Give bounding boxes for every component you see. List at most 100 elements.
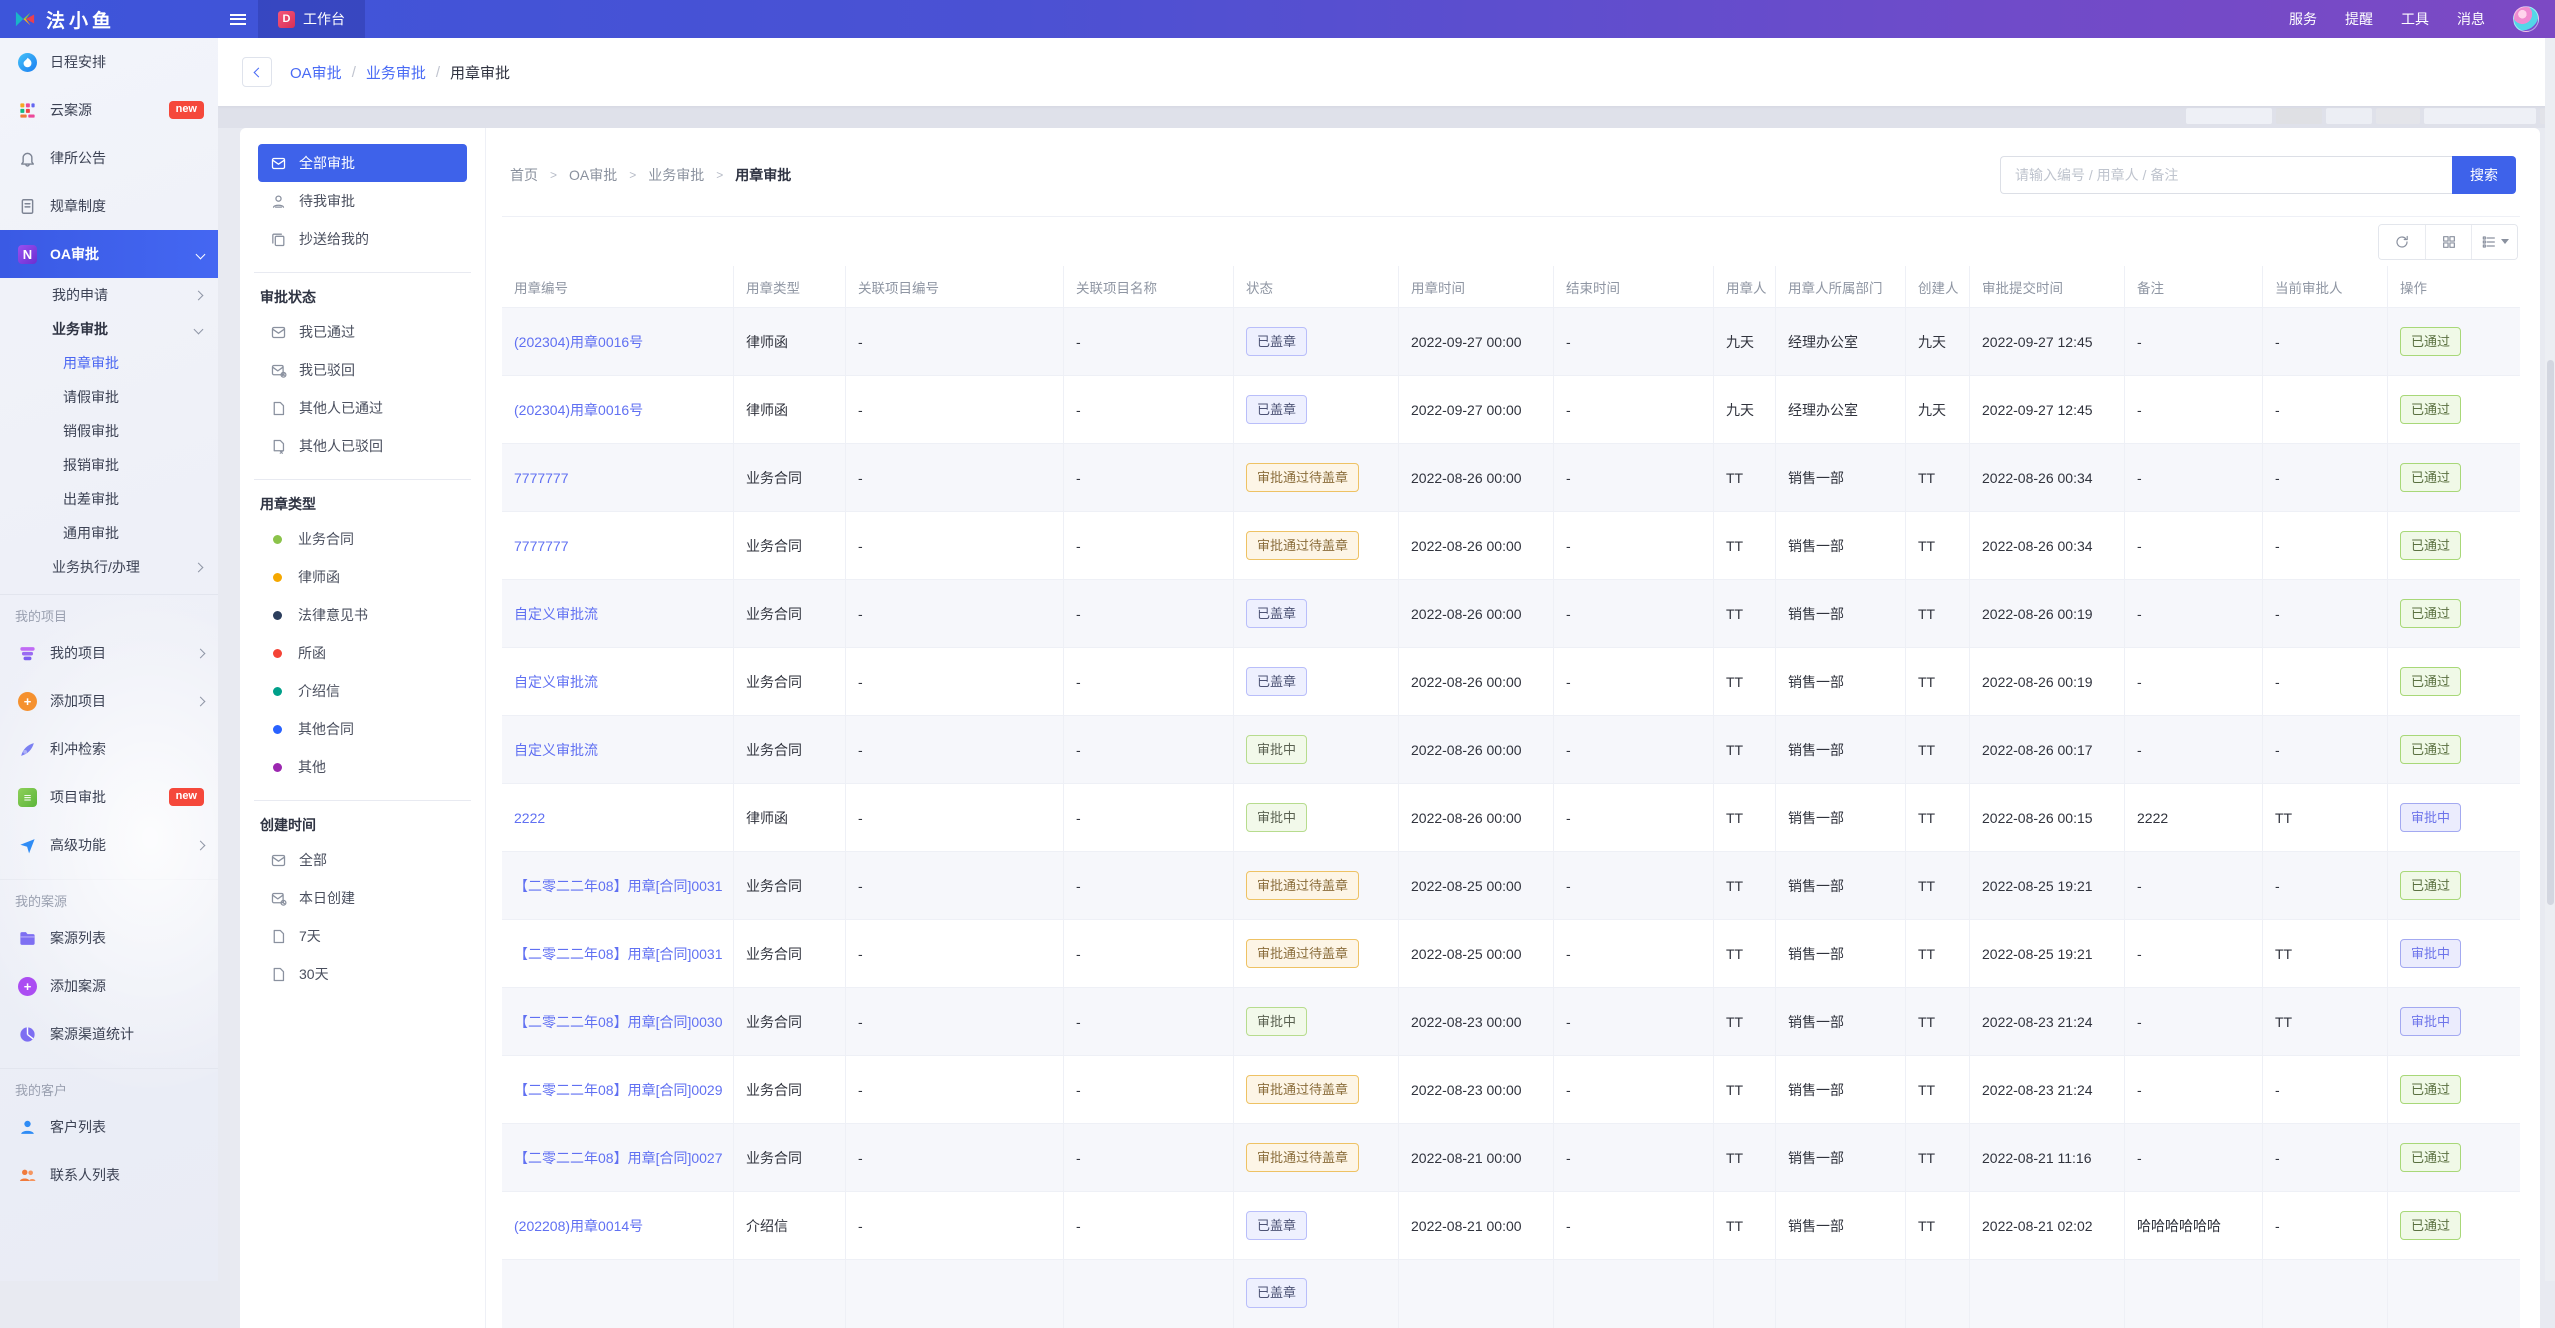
seal-number-link[interactable]: 7777777: [502, 444, 734, 511]
sidebar-subitem-我的申请[interactable]: 我的申请: [0, 278, 218, 312]
filter-item-其他合同[interactable]: 其他合同: [258, 710, 467, 748]
search-input[interactable]: [2000, 156, 2452, 194]
filter-item-抄送给我的[interactable]: 抄送给我的: [258, 220, 467, 258]
action-badge[interactable]: 已通过: [2400, 666, 2462, 697]
action-badge[interactable]: 已通过: [2400, 1210, 2462, 1241]
action-badge[interactable]: 已通过: [2400, 598, 2462, 629]
inner-breadcrumb-item-首页[interactable]: 首页: [510, 165, 538, 185]
sidebar-subitem-出差审批[interactable]: 出差审批: [0, 482, 218, 516]
oa-icon: N: [18, 244, 37, 264]
sidebar-item-项目审批[interactable]: ≡ 项目审批 new: [0, 773, 218, 821]
filter-item-我已通过[interactable]: 我已通过: [258, 313, 467, 351]
sidebar-subitem-请假审批[interactable]: 请假审批: [0, 380, 218, 414]
sidebar-subitem-销假审批[interactable]: 销假审批: [0, 414, 218, 448]
action-badge[interactable]: 已通过: [2400, 870, 2462, 901]
sidebar-collapse-button[interactable]: [218, 0, 258, 38]
sidebar-item-律所公告[interactable]: 律所公告: [0, 134, 218, 182]
sidebar-item-利冲检索[interactable]: 利冲检索: [0, 725, 218, 773]
columns-button[interactable]: [2471, 224, 2517, 259]
filter-item-本日创建[interactable]: 本日创建: [258, 879, 467, 917]
sidebar-item-云案源[interactable]: 云案源 new: [0, 86, 218, 134]
sidebar-item-案源渠道统计[interactable]: 案源渠道统计: [0, 1010, 218, 1058]
inner-breadcrumb-item-OA审批[interactable]: OA审批: [569, 165, 617, 185]
seal-number-link[interactable]: 自定义审批流: [502, 716, 734, 783]
action-badge[interactable]: 已通过: [2400, 394, 2462, 425]
filter-item-介绍信[interactable]: 介绍信: [258, 672, 467, 710]
sidebar-item-日程安排[interactable]: 日程安排: [0, 38, 218, 86]
filter-item-其他[interactable]: 其他: [258, 748, 467, 786]
filter-item-我已驳回[interactable]: 我已驳回: [258, 351, 467, 389]
action-badge[interactable]: 已通过: [2400, 462, 2462, 493]
action-badge[interactable]: 已通过: [2400, 530, 2462, 561]
user-avatar[interactable]: [2513, 6, 2539, 32]
topbar-link-2[interactable]: 工具: [2401, 9, 2429, 29]
sidebar-item-规章制度[interactable]: 规章制度: [0, 182, 218, 230]
table-cell: TT: [1714, 1056, 1776, 1123]
table-cell: -: [1554, 852, 1714, 919]
filter-item-待我审批[interactable]: 待我审批: [258, 182, 467, 220]
sidebar-item-OA审批[interactable]: N OA审批: [0, 230, 218, 278]
action-badge[interactable]: 审批中: [2400, 802, 2462, 833]
topbar-link-0[interactable]: 服务: [2289, 9, 2317, 29]
seal-number-link[interactable]: 【二零二二年08】用章[合同]0027: [502, 1124, 734, 1191]
filter-item-所函[interactable]: 所函: [258, 634, 467, 672]
sidebar-item-客户列表[interactable]: 客户列表: [0, 1103, 218, 1151]
table-cell: 2022-08-25 19:21: [1970, 852, 2125, 919]
seal-number-link[interactable]: 【二零二二年08】用章[合同]0030: [502, 988, 734, 1055]
seal-number-link[interactable]: (202304)用章0016号: [502, 308, 734, 375]
app-logo[interactable]: 法小鱼: [0, 0, 218, 38]
seal-number-link[interactable]: 2222: [502, 784, 734, 851]
search-button[interactable]: 搜索: [2452, 156, 2516, 194]
seal-number-link[interactable]: (202208)用章0014号: [502, 1192, 734, 1259]
sidebar-item-label: OA审批: [50, 246, 99, 262]
filter-item-律师函[interactable]: 律师函: [258, 558, 467, 596]
topbar-link-1[interactable]: 提醒: [2345, 9, 2373, 29]
action-badge[interactable]: 已通过: [2400, 326, 2462, 357]
sidebar-item-添加项目[interactable]: + 添加项目: [0, 677, 218, 725]
seal-number-link[interactable]: 【二零二二年08】用章[合同]0031: [502, 920, 734, 987]
sidebar-item-案源列表[interactable]: 案源列表: [0, 914, 218, 962]
filter-item-全部[interactable]: 全部: [258, 841, 467, 879]
vertical-scrollbar-thumb[interactable]: [2546, 360, 2554, 905]
seal-number-link[interactable]: 7777777: [502, 512, 734, 579]
sidebar-subitem-通用审批[interactable]: 通用审批: [0, 516, 218, 550]
action-badge[interactable]: 已通过: [2400, 1142, 2462, 1173]
filter-item-其他人已通过[interactable]: 其他人已通过: [258, 389, 467, 427]
sidebar-subitem-业务审批[interactable]: 业务审批: [0, 312, 218, 346]
breadcrumb-item-业务审批[interactable]: 业务审批: [366, 62, 426, 83]
filter-item-label: 全部审批: [299, 155, 355, 171]
filter-item-法律意见书[interactable]: 法律意见书: [258, 596, 467, 634]
sidebar-subitem-业务执行/办理[interactable]: 业务执行/办理: [0, 550, 218, 584]
skeleton-block: [2276, 108, 2322, 124]
sidebar-item-联系人列表[interactable]: 联系人列表: [0, 1151, 218, 1199]
breadcrumb-item-OA审批[interactable]: OA审批: [290, 62, 342, 83]
seal-number-link[interactable]: (202304)用章0016号: [502, 376, 734, 443]
filter-item-7天[interactable]: 7天: [258, 917, 467, 955]
action-badge[interactable]: 已通过: [2400, 734, 2462, 765]
action-badge[interactable]: 审批中: [2400, 1006, 2462, 1037]
sidebar-subitem-用章审批[interactable]: 用章审批: [0, 346, 218, 380]
seal-number-link[interactable]: 自定义审批流: [502, 580, 734, 647]
topbar-link-3[interactable]: 消息: [2457, 9, 2485, 29]
table-cell: -: [1064, 1192, 1234, 1259]
table-cell: -: [2125, 920, 2263, 987]
grid-button[interactable]: [2425, 224, 2471, 259]
sidebar-item-高级功能[interactable]: 高级功能: [0, 821, 218, 869]
vertical-scrollbar[interactable]: [2545, 38, 2555, 1281]
sidebar-item-添加案源[interactable]: + 添加案源: [0, 962, 218, 1010]
seal-number-link[interactable]: 自定义审批流: [502, 648, 734, 715]
seal-number-link[interactable]: 【二零二二年08】用章[合同]0031: [502, 852, 734, 919]
seal-number-link[interactable]: 【二零二二年08】用章[合同]0029: [502, 1056, 734, 1123]
action-badge[interactable]: 已通过: [2400, 1074, 2462, 1105]
filter-item-全部审批[interactable]: 全部审批: [258, 144, 467, 182]
filter-item-30天[interactable]: 30天: [258, 955, 467, 993]
filter-item-业务合同[interactable]: 业务合同: [258, 520, 467, 558]
back-button[interactable]: [242, 57, 272, 87]
sidebar-item-我的项目[interactable]: 我的项目: [0, 629, 218, 677]
filter-item-其他人已驳回[interactable]: 其他人已驳回: [258, 427, 467, 465]
tab-workbench[interactable]: D 工作台: [258, 0, 365, 38]
refresh-button[interactable]: [2379, 224, 2425, 259]
inner-breadcrumb-item-业务审批[interactable]: 业务审批: [648, 165, 704, 185]
sidebar-subitem-报销审批[interactable]: 报销审批: [0, 448, 218, 482]
action-badge[interactable]: 审批中: [2400, 938, 2462, 969]
